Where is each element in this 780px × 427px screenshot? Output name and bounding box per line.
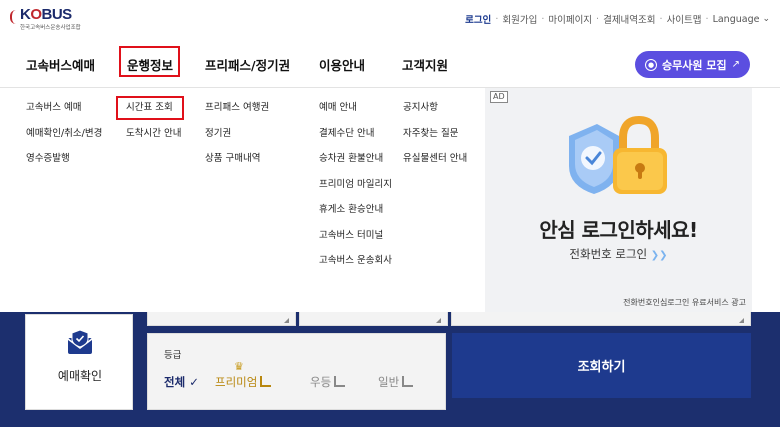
seat-icon: [334, 376, 346, 387]
payment-history-link[interactable]: 결제내역조회: [603, 12, 655, 26]
search-button[interactable]: 조회하기: [452, 333, 751, 398]
logo-swoosh-icon: [10, 10, 20, 24]
ad-tag: AD: [490, 91, 508, 103]
seat-icon: [402, 376, 414, 387]
menu-item-receipt[interactable]: 영수증발행: [26, 153, 102, 179]
person-icon: ●: [645, 58, 658, 71]
mypage-link[interactable]: 마이페이지: [548, 12, 592, 26]
advertisement[interactable]: AD 안심 로그인하세요! 전화번호 로그인 ❯❯ 전화번호인심로그인 유료서비…: [485, 88, 752, 312]
reservation-confirm-label: 예매확인: [57, 369, 103, 383]
menu-col-freepass: 프리패스 여행권 정기권 상품 구매내역: [205, 102, 269, 179]
menu-item-season-ticket[interactable]: 정기권: [205, 128, 269, 154]
logo-wordmark: KOBUS: [20, 6, 72, 23]
top-utility-bar: KOBUS 한국고속버스운송사업조합 로그인 · 회원가입 · 마이페이지 · …: [0, 0, 780, 40]
menu-col-guide: 예매 안내 결제수단 안내 승차권 환불안내 프리미엄 마일리지 휴게소 환승안…: [319, 102, 392, 281]
ad-headline: 안심 로그인하세요!: [539, 218, 698, 242]
menu-item-bus-reservation[interactable]: 고속버스 예매: [26, 102, 102, 128]
resize-corner-icon: [284, 318, 289, 323]
highlight-timetable: [116, 96, 184, 120]
driver-recruit-button[interactable]: ● 승무사원 모집 ↗: [635, 51, 750, 78]
shield-lock-icon: [569, 115, 667, 194]
ad-subline: 전화번호 로그인 ❯❯: [569, 247, 668, 261]
date-field[interactable]: [451, 312, 751, 326]
menu-item-premium-mileage[interactable]: 프리미엄 마일리지: [319, 179, 392, 205]
grade-option-normal[interactable]: 일반: [378, 374, 414, 390]
recruit-button-label: 승무사원 모집: [662, 58, 727, 72]
menu-item-refund-guide[interactable]: 승차권 환불안내: [319, 153, 392, 179]
grade-option-all[interactable]: 전체 ✓: [164, 374, 199, 390]
menu-col-reservation: 고속버스 예매 예매확인/취소/변경 영수증발행: [26, 102, 102, 179]
menu-item-faq[interactable]: 자주찾는 질문: [403, 128, 467, 154]
main-nav: 고속버스예매 운행정보 프리패스/정기권 이용안내 고객지원 ● 승무사원 모집…: [0, 40, 780, 88]
arrival-field[interactable]: [299, 312, 448, 326]
kobus-logo[interactable]: KOBUS 한국고속버스운송사업조합: [8, 6, 88, 34]
resize-corner-icon: [739, 318, 744, 323]
menu-item-purchase-history[interactable]: 상품 구매내역: [205, 153, 269, 179]
double-chevron-right-icon: ❯❯: [650, 250, 668, 261]
grade-title: 등급: [164, 350, 182, 361]
reservation-confirm-card[interactable]: 예매확인: [25, 314, 133, 410]
ad-footer: 전화번호인심로그인 유료서비스 광고: [623, 298, 746, 307]
menu-item-arrival-time[interactable]: 도착시간 안내: [126, 128, 181, 154]
grade-option-premium[interactable]: 프리미엄: [215, 374, 272, 390]
menu-item-lost-found[interactable]: 유실물센터 안내: [403, 153, 467, 179]
seat-icon: [260, 376, 272, 387]
menu-item-reservation-guide[interactable]: 예매 안내: [319, 102, 392, 128]
language-selector[interactable]: Language: [713, 14, 760, 25]
departure-field[interactable]: [147, 312, 296, 326]
menu-item-reservation-manage[interactable]: 예매확인/취소/변경: [26, 128, 102, 154]
grade-option-excellent[interactable]: 우등: [310, 374, 346, 390]
menu-item-rest-area-transfer[interactable]: 휴게소 환승안내: [319, 204, 392, 230]
menu-col-support: 공지사항 자주찾는 질문 유실물센터 안내: [403, 102, 467, 179]
chevron-down-icon: ⌄: [762, 14, 770, 24]
nav-bus-reservation[interactable]: 고속버스예매: [26, 55, 95, 74]
nav-usage-guide[interactable]: 이용안내: [319, 55, 365, 74]
utility-nav: 로그인 · 회원가입 · 마이페이지 · 결제내역조회 · 사이트맵 · Lan…: [465, 12, 770, 27]
booking-area: 예매확인 등급 ♛ 전체 ✓ 프리미엄 우등 일반 조회하기: [0, 312, 780, 427]
crown-icon: ♛: [234, 360, 244, 373]
menu-item-freepass-ticket[interactable]: 프리패스 여행권: [205, 102, 269, 128]
menu-item-payment-guide[interactable]: 결제수단 안내: [319, 128, 392, 154]
menu-item-bus-company[interactable]: 고속버스 운송회사: [319, 255, 392, 281]
arrow-up-right-icon: ↗: [731, 59, 740, 70]
resize-corner-icon: [436, 318, 441, 323]
highlight-operation-info: [119, 46, 180, 77]
menu-item-notice[interactable]: 공지사항: [403, 102, 467, 128]
nav-customer-support[interactable]: 고객지원: [402, 55, 448, 74]
sitemap-link[interactable]: 사이트맵: [667, 12, 702, 26]
logo-subtitle: 한국고속버스운송사업조합: [20, 25, 81, 31]
login-link[interactable]: 로그인: [465, 12, 491, 26]
grade-selector: 등급 ♛ 전체 ✓ 프리미엄 우등 일반: [147, 333, 446, 410]
nav-freepass[interactable]: 프리패스/정기권: [205, 55, 290, 74]
signup-link[interactable]: 회원가입: [502, 12, 537, 26]
checkmark-icon: ✓: [189, 375, 199, 389]
envelope-check-icon: [67, 329, 93, 354]
menu-item-bus-terminal[interactable]: 고속버스 터미널: [319, 230, 392, 256]
